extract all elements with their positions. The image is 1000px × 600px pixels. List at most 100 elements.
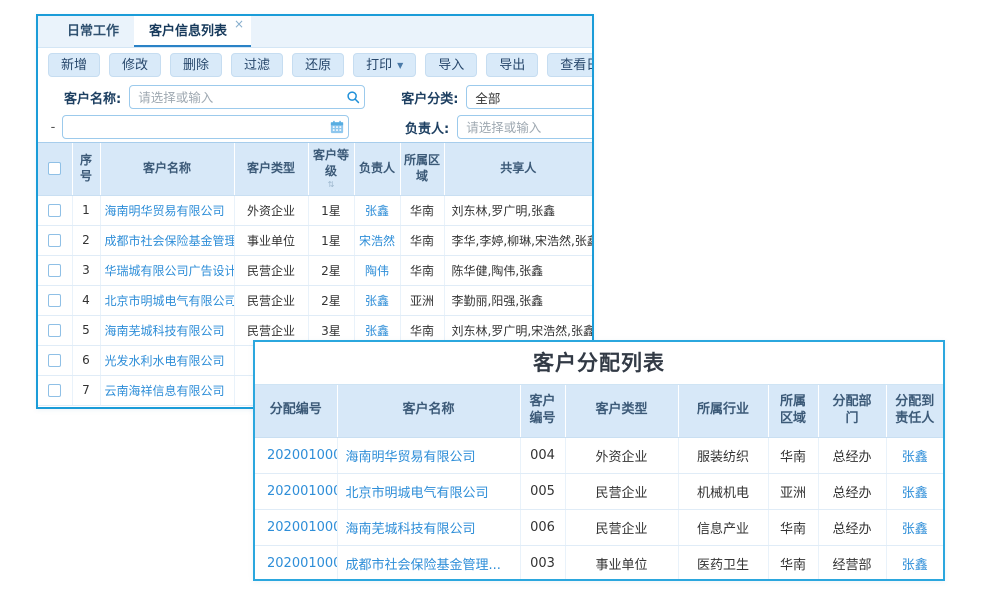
customer-name-label: 客户名称: — [64, 88, 121, 107]
export-button[interactable]: 导出 — [486, 53, 538, 77]
cell-owner-link[interactable]: 陶伟 — [354, 255, 400, 285]
customer-category-label: 客户分类: — [401, 88, 458, 107]
checkbox-cell — [38, 345, 72, 375]
cell-customer-name-link[interactable]: 华瑞城有限公司广告设计部 — [100, 255, 234, 285]
cell-allocation-dept: 总经办 — [818, 437, 886, 473]
cell-customer-name-link[interactable]: 成都市社会保险基金管理... — [337, 545, 520, 581]
owner-input[interactable] — [458, 116, 594, 138]
cell-customer-type: 民营企业 — [234, 255, 308, 285]
row-checkbox[interactable] — [48, 324, 61, 337]
checkbox-cell — [38, 375, 72, 405]
cell-customer-type: 事业单位 — [234, 225, 308, 255]
customer-category-input[interactable] — [467, 86, 594, 108]
row-checkbox[interactable] — [48, 294, 61, 307]
search-icon[interactable] — [342, 90, 364, 104]
restore-button[interactable]: 还原 — [292, 53, 344, 77]
cell-allocation-number-link[interactable]: 2020010005 — [255, 473, 337, 509]
tab-daily-work[interactable]: 日常工作 — [52, 16, 134, 47]
table-row: 2020010005 北京市明城电气有限公司 005 民营企业 机械机电 亚洲 … — [255, 473, 943, 509]
table-row: 3 华瑞城有限公司广告设计部 民营企业 2星 陶伟 华南 陈华健,陶伟,张鑫 — [38, 255, 592, 285]
cell-industry: 医药卫生 — [678, 545, 768, 581]
customer-name-input[interactable] — [130, 86, 342, 108]
cell-allocation-dept: 经营部 — [818, 545, 886, 581]
page-title: 客户分配列表 — [255, 342, 943, 384]
table-row: 4 北京市明城电气有限公司 民营企业 2星 张鑫 亚洲 李勤丽,阳强,张鑫 — [38, 285, 592, 315]
delete-button[interactable]: 删除 — [170, 53, 222, 77]
cell-region: 亚洲 — [768, 473, 818, 509]
row-checkbox[interactable] — [48, 264, 61, 277]
cell-customer-name-link[interactable]: 海南明华贸易有限公司 — [337, 437, 520, 473]
cell-customer-name-link[interactable]: 云南海祥信息有限公司 — [100, 375, 234, 405]
cell-customer-name-link[interactable]: 北京市明城电气有限公司 — [337, 473, 520, 509]
tab-label: 客户信息列表 — [149, 24, 227, 39]
print-dropdown-button[interactable]: 打印▼ — [353, 53, 416, 77]
header-customer-type: 客户类型 — [565, 385, 678, 437]
date-input[interactable] — [63, 116, 326, 138]
owner-label: 负责人: — [405, 118, 449, 137]
cell-owner-link[interactable]: 宋浩然 — [354, 225, 400, 255]
close-tab-icon[interactable]: × — [234, 17, 244, 31]
header-region: 所属区域 — [400, 143, 444, 195]
cell-customer-name-link[interactable]: 海南明华贸易有限公司 — [100, 195, 234, 225]
cell-serial-number: 6 — [72, 345, 100, 375]
cell-customer-type: 事业单位 — [565, 545, 678, 581]
header-serial-number: 序号 — [72, 143, 100, 195]
cell-shared-persons: 李华,李婷,柳琳,宋浩然,张鑫 — [444, 225, 592, 255]
row-checkbox[interactable] — [48, 234, 61, 247]
cell-allocation-dept: 总经办 — [818, 509, 886, 545]
customer-category-select — [466, 85, 594, 109]
import-button[interactable]: 导入 — [425, 53, 477, 77]
filter-button[interactable]: 过滤 — [231, 53, 283, 77]
cell-customer-name-link[interactable]: 海南芜城科技有限公司 — [337, 509, 520, 545]
cell-customer-type: 民营企业 — [565, 473, 678, 509]
cell-customer-level: 1星 — [308, 225, 354, 255]
checkbox-cell — [38, 315, 72, 345]
cell-assignee-link[interactable]: 张鑫 — [886, 473, 943, 509]
header-customer-level[interactable]: 客户等级 ⇅ — [308, 143, 354, 195]
customer-allocation-window: 客户分配列表 分配编号 客户名称 客户编号 客户类型 所属行业 所属区域 分配部… — [253, 340, 945, 581]
cell-industry: 信息产业 — [678, 509, 768, 545]
cell-customer-name-link[interactable]: 海南芜城科技有限公司 — [100, 315, 234, 345]
tab-customer-info-list[interactable]: 客户信息列表 × — [134, 16, 251, 47]
row-checkbox[interactable] — [48, 204, 61, 217]
calendar-icon[interactable] — [326, 120, 348, 134]
header-customer-level-label: 客户等级 — [313, 148, 349, 178]
select-all-checkbox[interactable] — [48, 162, 61, 175]
cell-owner-link[interactable]: 张鑫 — [354, 285, 400, 315]
table-row: 2 成都市社会保险基金管理... 事业单位 1星 宋浩然 华南 李华,李婷,柳琳… — [38, 225, 592, 255]
view-log-button[interactable]: 查看日志 — [547, 53, 594, 77]
row-checkbox[interactable] — [48, 384, 61, 397]
cell-region: 华南 — [768, 437, 818, 473]
cell-assignee-link[interactable]: 张鑫 — [886, 437, 943, 473]
filter-area: 客户名称: 客户分类: - — [38, 82, 592, 142]
new-button[interactable]: 新增 — [48, 53, 100, 77]
cell-serial-number: 7 — [72, 375, 100, 405]
cell-customer-number: 005 — [520, 473, 565, 509]
header-customer-type: 客户类型 — [234, 143, 308, 195]
cell-region: 华南 — [400, 225, 444, 255]
cell-allocation-number-link[interactable]: 2020010001 — [255, 545, 337, 581]
cell-assignee-link[interactable]: 张鑫 — [886, 545, 943, 581]
cell-region: 华南 — [400, 195, 444, 225]
edit-button[interactable]: 修改 — [109, 53, 161, 77]
cell-customer-name-link[interactable]: 北京市明城电气有限公司 — [100, 285, 234, 315]
cell-allocation-number-link[interactable]: 2020010004 — [255, 509, 337, 545]
cell-customer-name-link[interactable]: 光发水利水电有限公司 — [100, 345, 234, 375]
date-picker-box — [62, 115, 349, 139]
cell-serial-number: 2 — [72, 225, 100, 255]
cell-customer-number: 006 — [520, 509, 565, 545]
checkbox-cell — [38, 255, 72, 285]
cell-customer-number: 003 — [520, 545, 565, 581]
cell-allocation-number-link[interactable]: 2020010006 — [255, 437, 337, 473]
cell-industry: 服装纺织 — [678, 437, 768, 473]
cell-region: 华南 — [768, 545, 818, 581]
cell-customer-type: 外资企业 — [234, 195, 308, 225]
sort-icon[interactable]: ⇅ — [311, 181, 352, 189]
cell-customer-name-link[interactable]: 成都市社会保险基金管理... — [100, 225, 234, 255]
cell-owner-link[interactable]: 张鑫 — [354, 195, 400, 225]
row-checkbox[interactable] — [48, 354, 61, 367]
cell-assignee-link[interactable]: 张鑫 — [886, 509, 943, 545]
cell-region: 华南 — [400, 255, 444, 285]
owner-search-box — [457, 115, 594, 139]
cell-customer-type: 民营企业 — [234, 285, 308, 315]
